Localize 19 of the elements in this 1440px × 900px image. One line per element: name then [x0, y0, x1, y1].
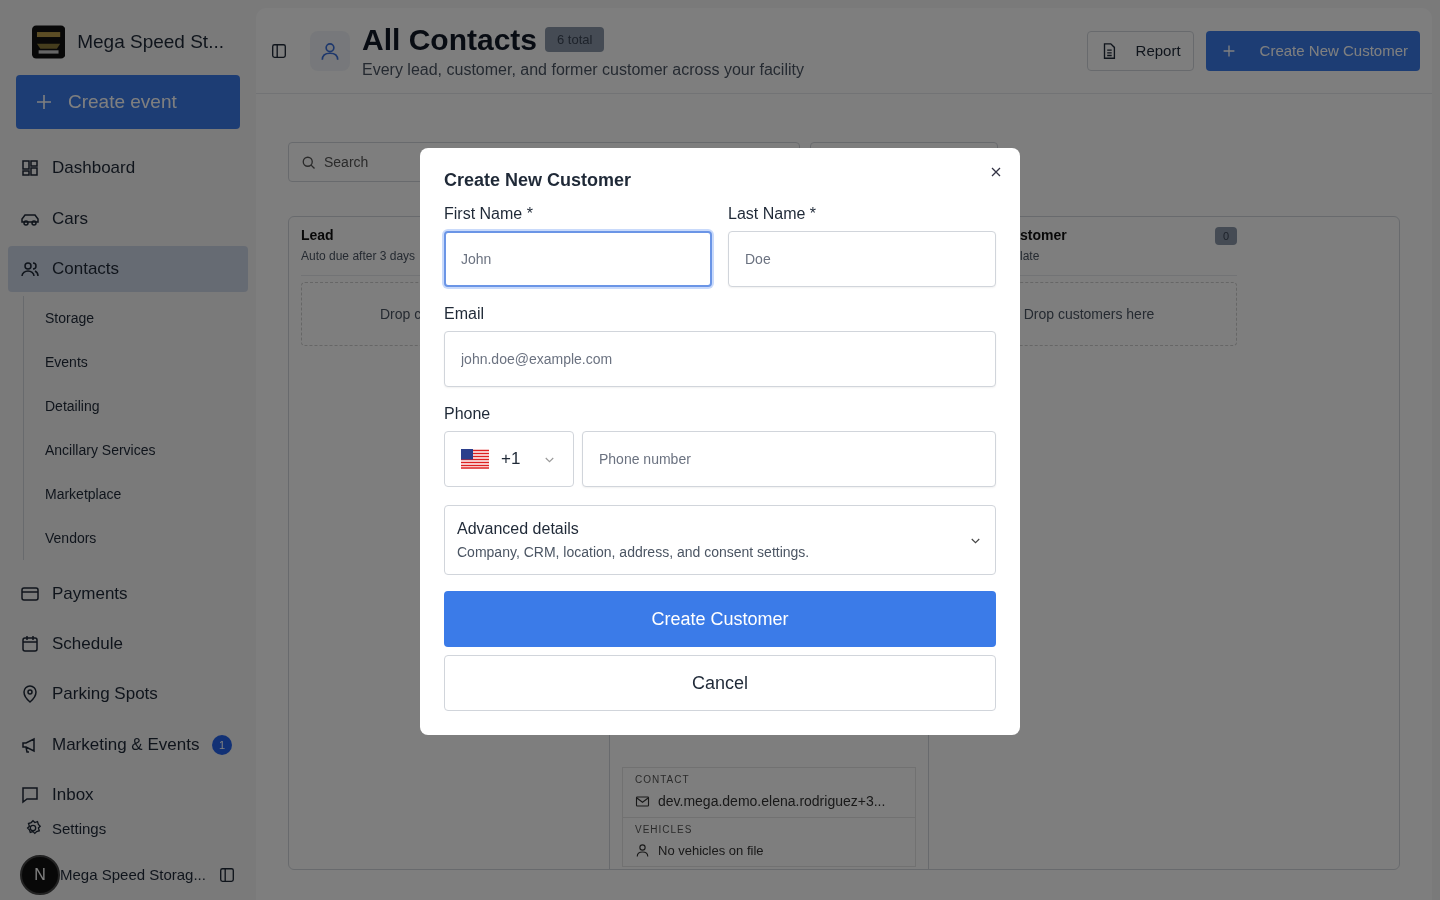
field-label: First Name *: [444, 205, 534, 223]
avatar: N: [20, 854, 60, 895]
page-title: All Contacts: [362, 22, 538, 57]
section-heading: CONTACT: [635, 774, 691, 785]
section-heading: VEHICLES: [635, 824, 694, 835]
section-text: dev.mega.demo.elena.rodriguez+3...: [658, 793, 886, 809]
column-subtitle: late: [1020, 249, 1041, 263]
field-label: Phone: [444, 405, 492, 423]
dialog-title: Create New Customer: [444, 170, 633, 191]
user-name: Mega Speed Storag...: [60, 866, 207, 884]
brand-name: Mega Speed St...: [77, 31, 224, 54]
column-title: Lead: [301, 227, 335, 243]
field-label: Last Name *: [728, 205, 818, 223]
section-text: No vehicles on file: [658, 843, 764, 858]
field-label: Email: [444, 305, 485, 323]
count-badge: 1: [212, 734, 232, 755]
column-title: stomer: [1020, 227, 1067, 243]
page-subtitle: Every lead, customer, and former customer across your facility: [362, 60, 805, 79]
column-subtitle: Auto due after 3 days: [301, 249, 416, 263]
